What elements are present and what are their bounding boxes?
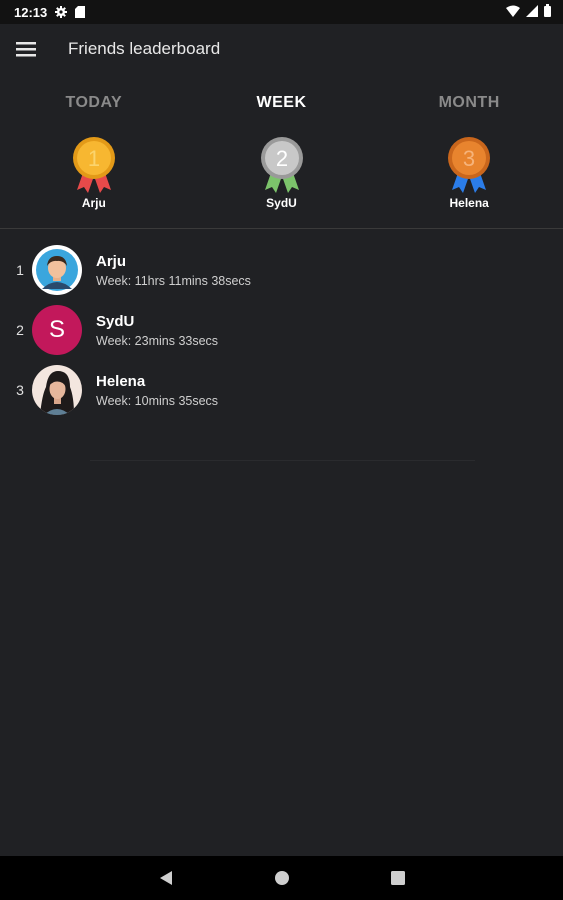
svg-text:1: 1: [88, 146, 100, 171]
podium-third: 3 Helena: [375, 136, 563, 216]
tab-month[interactable]: MONTH: [375, 84, 563, 122]
list-item[interactable]: 1 Arju Week: 11hrs 11mins 38secs: [0, 240, 563, 300]
tab-today[interactable]: TODAY: [0, 84, 188, 122]
entry-info: SydU Week: 23mins 33secs: [96, 313, 218, 348]
entry-detail: Week: 10mins 35secs: [96, 393, 219, 408]
divider: [0, 228, 563, 229]
entry-detail: Week: 23mins 33secs: [96, 333, 219, 348]
leaderboard-list: 1 Arju Week: 11hrs 11mins 38secs 2 S Syd…: [0, 240, 563, 420]
home-icon[interactable]: [270, 866, 294, 890]
page-title: Friends leaderboard: [68, 39, 221, 58]
list-item[interactable]: 3 Helena Week: 10mins 35secs: [0, 360, 563, 420]
letter-avatar: S: [32, 305, 82, 355]
bronze-medal-icon: 3: [448, 137, 491, 193]
entry-info: Helena Week: 10mins 35secs: [96, 373, 218, 408]
male-avatar-icon: [32, 245, 82, 295]
rank-number: 2: [16, 322, 24, 338]
list-item[interactable]: 2 S SydU Week: 23mins 33secs: [0, 300, 563, 360]
gold-medal-icon: 1: [72, 137, 115, 193]
cell-signal-icon: [526, 4, 538, 20]
gear-icon: [55, 6, 68, 18]
app-bar: Friends leaderboard: [0, 24, 563, 74]
svg-text:2: 2: [275, 146, 287, 171]
podium-name: SydU: [266, 196, 297, 210]
female-avatar-icon: [32, 365, 82, 415]
period-tabs: TODAY WEEK MONTH: [0, 84, 563, 122]
system-nav-bar: [0, 856, 563, 900]
podium: 1 Arju 2 SydU 3 Helena: [0, 136, 563, 216]
status-bar: 12:13: [0, 0, 563, 24]
entry-name: Helena: [96, 372, 146, 390]
wifi-icon: [506, 5, 520, 20]
recents-icon[interactable]: [386, 866, 410, 890]
entry-detail: Week: 11hrs 11mins 38secs: [96, 273, 251, 288]
podium-first: 1 Arju: [0, 136, 188, 216]
battery-icon: [544, 4, 551, 20]
tab-week[interactable]: WEEK: [188, 84, 376, 122]
rank-number: 3: [16, 382, 24, 398]
entry-info: Arju Week: 11hrs 11mins 38secs: [96, 253, 251, 288]
podium-name: Helena: [449, 196, 489, 210]
svg-text:3: 3: [463, 146, 475, 171]
status-time: 12:13: [14, 4, 48, 20]
divider: [90, 460, 475, 461]
podium-name: Arju: [81, 196, 106, 210]
sd-card-icon: [75, 6, 86, 18]
hamburger-menu-icon[interactable]: [16, 38, 38, 60]
rank-number: 1: [16, 262, 24, 278]
entry-name: SydU: [96, 312, 135, 330]
back-icon[interactable]: [154, 866, 178, 890]
entry-name: Arju: [96, 252, 126, 270]
podium-second: 2 SydU: [188, 136, 376, 216]
silver-medal-icon: 2: [260, 137, 303, 193]
